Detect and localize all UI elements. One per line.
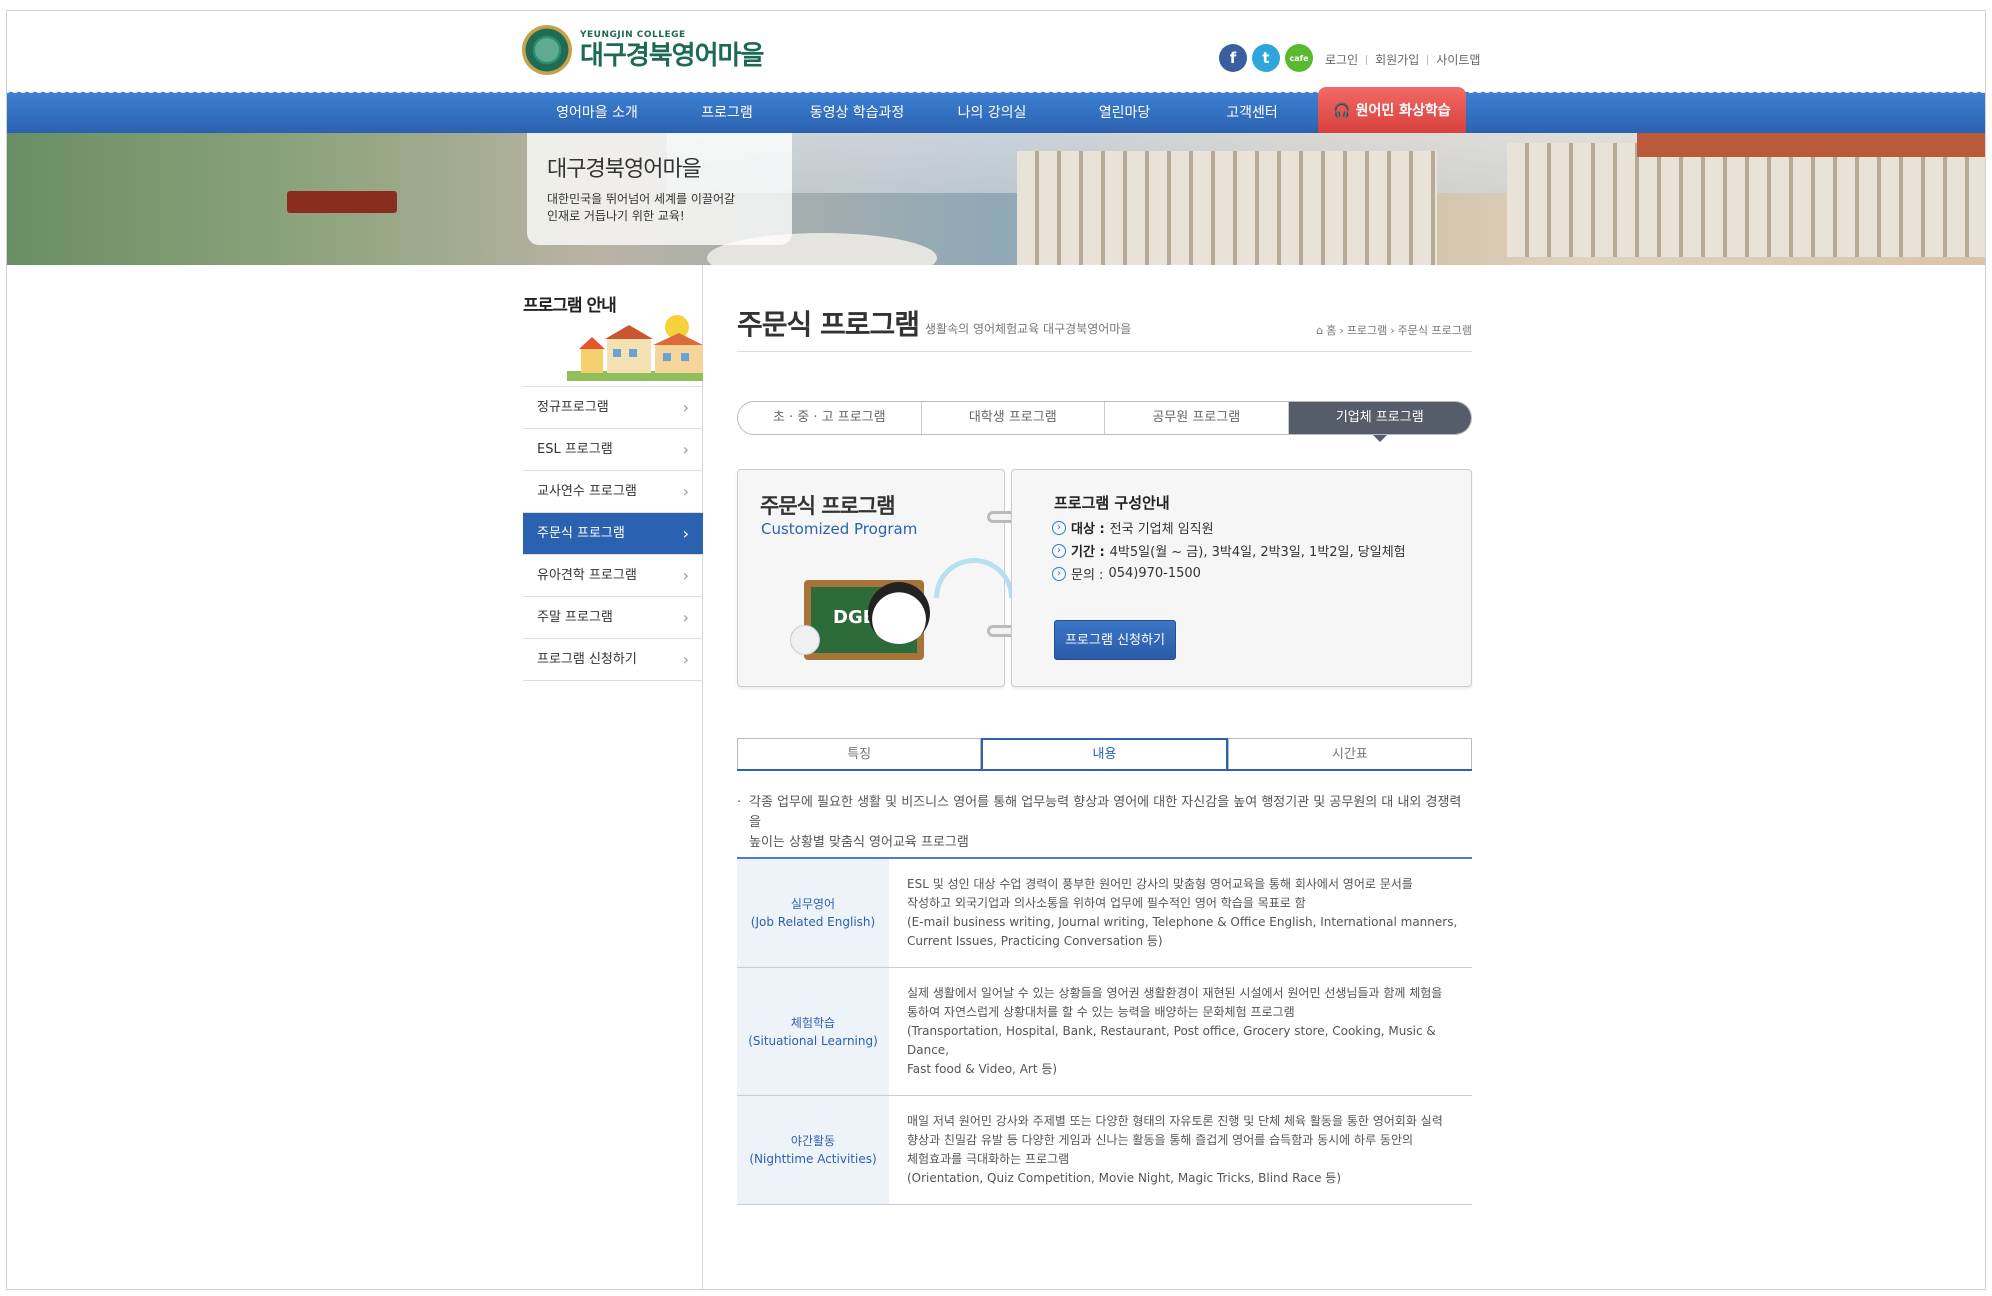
program-info-card: 프로그램 구성안내 › 대상 : 전국 기업체 임직원 › 기간 : 4박5일(… (1011, 469, 1472, 687)
social-links: f t cafe (1219, 44, 1313, 72)
chevron-right-icon: › (682, 482, 689, 501)
hero-caption: 대구경북영어마을 대한민국을 뛰어넘어 세계를 이끌어갈 인재로 거듭나기 위한… (527, 133, 792, 245)
feature-description: 매일 저녁 원어민 강사와 주제별 또는 다양한 형태의 자유토론 진행 및 단… (907, 1114, 1443, 1185)
side-nav-item[interactable]: 정규프로그램 › (523, 387, 703, 429)
feature-description: 실제 생활에서 일어날 수 있는 상황들을 영어권 생활환경이 재현된 시설에서… (907, 986, 1443, 1076)
chevron-right-icon: › (682, 566, 689, 585)
twitter-icon[interactable]: t (1252, 44, 1280, 72)
chevron-right-icon: › (682, 398, 689, 417)
table-row: 체험학습 (Situational Learning) 실제 생활에서 일어날 … (737, 968, 1472, 1096)
tab-features[interactable]: 특징 (737, 738, 982, 769)
divider (1427, 54, 1429, 65)
main-nav: 영어마을 소개 프로그램 동영상 학습과정 나의 강의실 열린마당 고객센터 🎧… (7, 87, 1985, 133)
side-nav-item-active[interactable]: 주문식 프로그램 › (523, 513, 703, 555)
page-frame: YEUNGJIN COLLEGE 대구경북영어마을 f t cafe 로그인 회… (6, 10, 1986, 1290)
info-period: › 기간 : 4박5일(월 ~ 금), 3박4일, 2박3일, 1박2일, 당일… (1052, 541, 1406, 560)
side-nav-item[interactable]: ESL 프로그램 › (523, 429, 703, 471)
info-target: › 대상 : 전국 기업체 임직원 (1052, 518, 1214, 537)
chevron-right-icon: › (682, 650, 689, 669)
tab-school-program[interactable]: 초 · 중 · 고 프로그램 (738, 402, 922, 434)
page-title: 주문식 프로그램 (737, 308, 920, 341)
divider (737, 351, 1472, 352)
divider (1366, 54, 1368, 65)
content-tabs: 특징 내용 시간표 (737, 738, 1472, 771)
table-row: 야간활동 (Nighttime Activities) 매일 저녁 원어민 강사… (737, 1096, 1472, 1205)
college-emblem-icon (522, 25, 572, 75)
side-nav: 프로그램 안내 정규프로그램 › ESL 프로그램 › 교사연수 프로그램 › 주문식… (523, 265, 703, 1289)
mascot-image (868, 582, 930, 644)
chevron-circle-icon: › (1052, 543, 1066, 558)
nav-item-video-course[interactable]: 동영상 학습과정 (787, 93, 927, 133)
feature-description: ESL 및 성인 대상 수업 경력이 풍부한 원어민 강사의 맞춤형 영어교육을… (907, 877, 1458, 948)
program-intro-card: 주문식 프로그램 Customized Program DGEV (737, 469, 1014, 687)
page-subtitle: 생활속의 영어체험교육 대구경북영어마을 (925, 322, 1132, 336)
live-video-lesson-button[interactable]: 🎧 원어민 화상학습 (1318, 87, 1466, 133)
tab-corporate-program[interactable]: 기업체 프로그램 (1288, 402, 1471, 442)
site-header: YEUNGJIN COLLEGE 대구경북영어마을 f t cafe 로그인 회… (7, 11, 1985, 91)
card-title: 주문식 프로그램 (760, 494, 896, 518)
breadcrumb-home[interactable]: 홈 (1326, 322, 1336, 338)
hero-banner: 대구경북영어마을 대한민국을 뛰어넘어 세계를 이끌어갈 인재로 거듭나기 위한… (7, 133, 1985, 265)
login-link[interactable]: 로그인 (1325, 51, 1358, 68)
live-video-lesson-label: 원어민 화상학습 (1355, 103, 1451, 119)
chevron-circle-icon: › (1052, 520, 1066, 535)
hero-title: 대구경북영어마을 (547, 157, 702, 182)
building-image (1017, 151, 1437, 265)
side-nav-item[interactable]: 프로그램 신청하기 › (523, 639, 703, 681)
tab-schedule[interactable]: 시간표 (1227, 738, 1472, 769)
card-subtitle: Customized Program (761, 520, 918, 538)
feature-name: 야간활동 (Nighttime Activities) (737, 1096, 889, 1204)
facebook-icon[interactable]: f (1219, 44, 1247, 72)
program-intro-text: 각종 업무에 필요한 생활 및 비즈니스 영어를 통해 업무능력 향상과 영어에… (737, 793, 1472, 853)
mascot-small-image (790, 625, 820, 655)
nav-item-about[interactable]: 영어마을 소개 (527, 93, 667, 133)
breadcrumb-current: 주문식 프로그램 (1397, 324, 1472, 337)
site-logo[interactable]: YEUNGJIN COLLEGE 대구경북영어마을 (522, 25, 764, 75)
building-image (1507, 143, 1985, 257)
village-illustration (567, 315, 703, 381)
side-nav-item[interactable]: 교사연수 프로그램 › (523, 471, 703, 513)
breadcrumb-program[interactable]: 프로그램 (1347, 322, 1387, 338)
nav-item-my-classroom[interactable]: 나의 강의실 (927, 93, 1057, 133)
tab-contents[interactable]: 내용 (981, 738, 1228, 769)
nav-item-customer-center[interactable]: 고객센터 (1192, 93, 1312, 133)
utility-links: 로그인 회원가입 사이트맵 (1325, 51, 1480, 68)
home-icon: ⌂ (1316, 323, 1324, 337)
feature-name: 실무영어 (Job Related English) (737, 859, 889, 967)
side-nav-list: 정규프로그램 › ESL 프로그램 › 교사연수 프로그램 › 주문식 프로그램 › 유… (523, 386, 703, 681)
breadcrumb: ⌂ 홈 › 프로그램 › 주문식 프로그램 (1316, 322, 1472, 338)
side-nav-item[interactable]: 주말 프로그램 › (523, 597, 703, 639)
chevron-right-icon: › (682, 524, 689, 543)
tab-university-program[interactable]: 대학생 프로그램 (922, 402, 1105, 434)
nav-item-program[interactable]: 프로그램 (667, 93, 787, 133)
sitemap-link[interactable]: 사이트맵 (1436, 51, 1480, 68)
bench-image (287, 191, 397, 213)
rainbow-image (934, 558, 1014, 598)
nav-item-open-board[interactable]: 열린마당 (1057, 93, 1192, 133)
logo-subtitle: YEUNGJIN COLLEGE (580, 30, 686, 40)
tab-civil-servant-program[interactable]: 공무원 프로그램 (1105, 402, 1289, 434)
info-title: 프로그램 구성안내 (1054, 494, 1170, 512)
signup-link[interactable]: 회원가입 (1375, 51, 1419, 68)
info-contact: › 문의 : 054)970-1500 (1052, 564, 1201, 583)
logo-title: 대구경북영어마을 (580, 41, 764, 71)
headset-icon: 🎧 (1333, 103, 1351, 119)
chevron-right-icon: › (682, 440, 689, 459)
chevron-circle-icon: › (1052, 566, 1066, 581)
breadcrumb-separator: › (1339, 323, 1344, 337)
program-tabs: 초 · 중 · 고 프로그램 대학생 프로그램 공무원 프로그램 기업체 프로그… (737, 401, 1472, 442)
table-row: 실무영어 (Job Related English) ESL 및 성인 대상 수… (737, 859, 1472, 968)
hero-text-line: 대한민국을 뛰어넘어 세계를 이끌어갈 (547, 192, 736, 206)
chevron-right-icon: › (682, 608, 689, 627)
side-nav-item[interactable]: 유아견학 프로그램 › (523, 555, 703, 597)
cafe-icon[interactable]: cafe (1285, 44, 1313, 72)
apply-program-button[interactable]: 프로그램 신청하기 (1054, 620, 1176, 660)
feature-table: 실무영어 (Job Related English) ESL 및 성인 대상 수… (737, 857, 1472, 1205)
hero-text-line: 인재로 거듭나기 위한 교육! (547, 209, 685, 223)
breadcrumb-separator: › (1390, 323, 1395, 337)
feature-name: 체험학습 (Situational Learning) (737, 968, 889, 1095)
